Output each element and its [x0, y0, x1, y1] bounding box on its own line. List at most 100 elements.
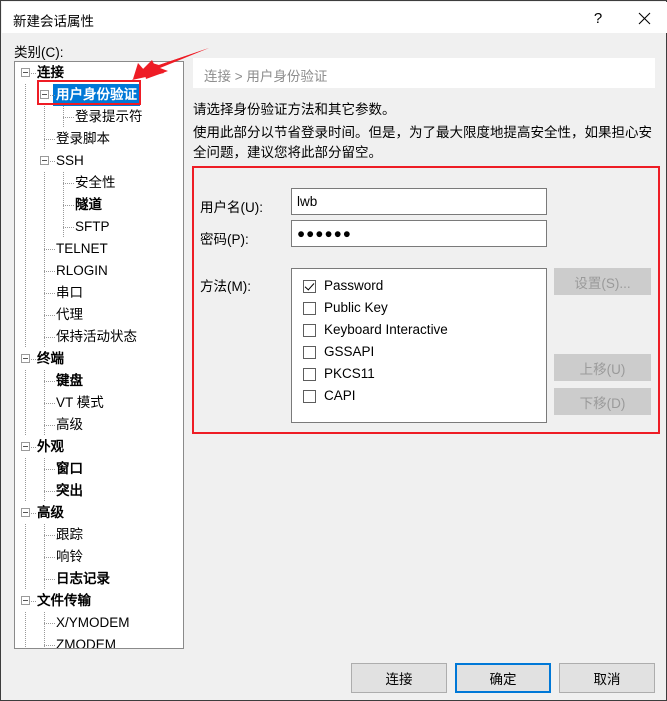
password-input[interactable] [291, 220, 547, 247]
tree-item[interactable]: RLOGIN [15, 260, 183, 282]
method-list[interactable]: Password Public Key Keyboard Interactive GS… [291, 268, 547, 423]
tree-item[interactable]: SSH [15, 150, 183, 172]
tree-connector [44, 645, 55, 646]
tree-connector [50, 95, 55, 96]
tree-item[interactable]: X/YMODEM [15, 612, 183, 634]
tree-guide-line [25, 172, 26, 194]
help-icon[interactable]: ? [575, 3, 621, 34]
tree-item-label: 保持活动状态 [56, 329, 137, 344]
breadcrumb: 连接 > 用户身份验证 [204, 69, 328, 84]
tree-connector [31, 359, 36, 360]
ok-button[interactable]: 确定 [455, 663, 551, 693]
tree-guide-line [25, 216, 26, 238]
tree-connector [44, 381, 55, 382]
window-title: 新建会话属性 [13, 14, 94, 29]
tree-connector [44, 271, 55, 272]
tree-item[interactable]: 键盘 [15, 370, 183, 392]
tree-guide-line [44, 172, 45, 194]
close-icon[interactable] [621, 3, 667, 34]
tree-expander-icon[interactable] [21, 68, 30, 77]
tree-connector [44, 293, 55, 294]
method-list-item[interactable]: PKCS11 [292, 363, 546, 385]
method-label: PKCS11 [324, 366, 375, 381]
tree-guide-line [25, 260, 26, 282]
tree-item-label: 日志记录 [56, 571, 110, 586]
checkbox-icon[interactable] [303, 279, 316, 293]
tree-item[interactable]: 安全性 [15, 172, 183, 194]
tree-item-label: 高级 [37, 505, 64, 520]
method-list-item[interactable]: Public Key [292, 297, 546, 319]
method-list-item[interactable]: GSSAPI [292, 341, 546, 363]
method-list-item[interactable]: CAPI [292, 385, 546, 407]
tree-guide-line [44, 634, 45, 648]
tree-guide-line [25, 612, 26, 634]
checkbox-icon[interactable] [303, 367, 316, 381]
tree-connector [31, 601, 36, 602]
tree-connector [31, 73, 36, 74]
settings-button[interactable]: 设置(S)... [554, 268, 651, 295]
tree-item[interactable]: 文件传输 [15, 590, 183, 612]
tree-connector [44, 403, 55, 404]
category-tree[interactable]: 连接 用户身份验证 登录提示符 登录脚本 SSH 安全性隧道 SFTP TELNET RLOGI… [14, 61, 184, 649]
checkbox-icon[interactable] [303, 389, 316, 403]
tree-item[interactable]: 突出 [15, 480, 183, 502]
tree-item[interactable]: 高级 [15, 502, 183, 524]
tree-expander-icon[interactable] [21, 596, 30, 605]
tree-item[interactable]: 外观 [15, 436, 183, 458]
checkbox-icon[interactable] [303, 301, 316, 315]
tree-item[interactable]: 保持活动状态 [15, 326, 183, 348]
tree-item[interactable]: 隧道 [15, 194, 183, 216]
method-list-item[interactable]: Password [292, 275, 546, 297]
move-down-button[interactable]: 下移(D) [554, 388, 651, 415]
tree-connector [44, 491, 55, 492]
tree-item[interactable]: 终端 [15, 348, 183, 370]
tree-guide-line [25, 326, 26, 348]
tree-item-label: 隧道 [75, 197, 102, 212]
checkbox-icon[interactable] [303, 345, 316, 359]
username-input[interactable] [291, 188, 547, 215]
tree-item[interactable]: 高级 [15, 414, 183, 436]
tree-expander-icon[interactable] [40, 90, 49, 99]
tree-item[interactable]: ZMODEM [15, 634, 183, 648]
tree-item[interactable]: VT 模式 [15, 392, 183, 414]
tree-guide-line [25, 524, 26, 546]
method-label: 方法(M): [200, 279, 251, 294]
tree-connector [63, 205, 74, 206]
tree-guide-line [44, 216, 45, 238]
password-label: 密码(P): [200, 232, 249, 247]
tree-item[interactable]: 连接 [15, 62, 183, 84]
method-list-item[interactable]: Keyboard Interactive [292, 319, 546, 341]
tree-item[interactable]: 跟踪 [15, 524, 183, 546]
breadcrumb-bar: 连接 > 用户身份验证 [193, 58, 655, 88]
tree-expander-icon[interactable] [21, 508, 30, 517]
tree-item[interactable]: 用户身份验证 [15, 84, 183, 106]
tree-item[interactable]: SFTP [15, 216, 183, 238]
tree-expander-icon[interactable] [40, 156, 49, 165]
tree-item-label: TELNET [56, 241, 108, 256]
tree-item[interactable]: 窗口 [15, 458, 183, 480]
connect-button[interactable]: 连接 [351, 663, 447, 693]
tree-guide-line [25, 392, 26, 414]
cancel-button[interactable]: 取消 [559, 663, 655, 693]
tree-guide-line [25, 238, 26, 260]
tree-item[interactable]: TELNET [15, 238, 183, 260]
tree-connector [44, 469, 55, 470]
method-label: Public Key [324, 300, 388, 315]
checkbox-icon[interactable] [303, 323, 316, 337]
tree-guide-line [25, 282, 26, 304]
method-label: CAPI [324, 388, 356, 403]
tree-item[interactable]: 响铃 [15, 546, 183, 568]
method-label: GSSAPI [324, 344, 375, 359]
move-up-button[interactable]: 上移(U) [554, 354, 651, 381]
tree-item[interactable]: 登录提示符 [15, 106, 183, 128]
tree-expander-icon[interactable] [21, 354, 30, 363]
description-line-1: 请选择身份验证方法和其它参数。 [193, 102, 396, 117]
tree-item[interactable]: 日志记录 [15, 568, 183, 590]
tree-item[interactable]: 登录脚本 [15, 128, 183, 150]
tree-item[interactable]: 串口 [15, 282, 183, 304]
tree-expander-icon[interactable] [21, 442, 30, 451]
tree-item[interactable]: 代理 [15, 304, 183, 326]
method-label: Keyboard Interactive [324, 322, 448, 337]
tree-connector [63, 117, 74, 118]
tree-connector [44, 315, 55, 316]
